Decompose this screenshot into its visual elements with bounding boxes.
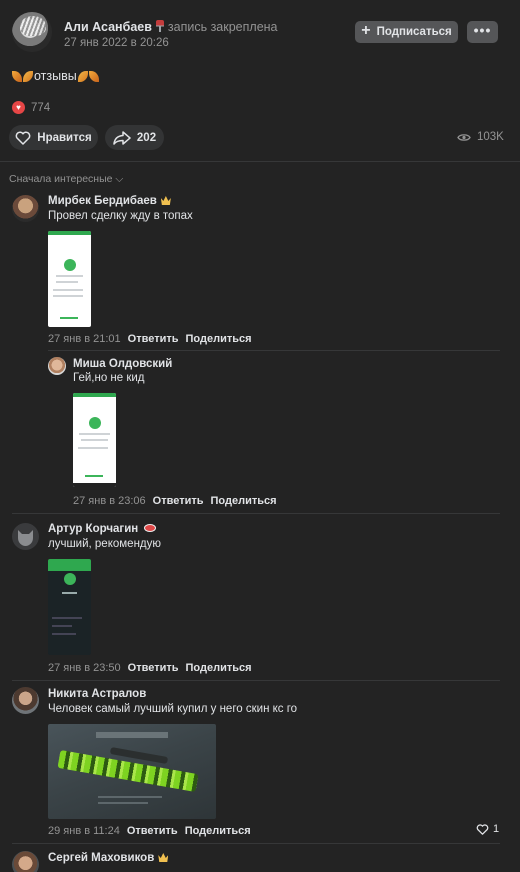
attachment-image[interactable]: [48, 724, 216, 819]
comment-text: Человек самый лучший купил у него скин к…: [48, 703, 298, 715]
post-header: Али Асанбаев запись закреплена 27 янв 202…: [0, 0, 520, 60]
comment-text: лучший, рекомендую: [48, 538, 162, 550]
reply-button[interactable]: Ответить: [128, 333, 179, 345]
author-name[interactable]: Али Асанбаев: [64, 20, 152, 34]
avatar[interactable]: [48, 357, 66, 375]
chevron-down-icon: ⌵: [115, 173, 124, 185]
share-comment-button[interactable]: Поделиться: [211, 495, 277, 507]
avatar[interactable]: [12, 523, 39, 550]
reply-button[interactable]: Ответить: [127, 825, 178, 837]
avatar[interactable]: [12, 687, 39, 714]
subscribe-button[interactable]: + Подписаться: [355, 21, 458, 43]
reactions-count: 774: [31, 101, 51, 114]
share-comment-button[interactable]: Поделиться: [186, 662, 252, 674]
attachment-image[interactable]: [48, 231, 91, 327]
share-comment-button[interactable]: Поделиться: [185, 825, 251, 837]
attachment-image[interactable]: [48, 559, 91, 655]
comment-date[interactable]: 27 янв в 23:06: [73, 495, 146, 507]
subscribe-label: Подписаться: [376, 26, 452, 38]
leaf-icon: [12, 70, 22, 82]
comment-meta: 29 янв в 11:24 Ответить Поделиться: [48, 825, 251, 837]
comment-meta: 27 янв в 23:06 Ответить Поделиться: [73, 495, 277, 507]
divider: [12, 513, 500, 514]
avatar[interactable]: [12, 851, 39, 872]
author-name-row: Али Асанбаев запись закреплена: [64, 20, 278, 34]
post-text-content: отзывы: [34, 69, 77, 83]
divider: [12, 680, 500, 681]
comment-author[interactable]: Мирбек Бердибаев: [48, 195, 157, 207]
sort-toggle[interactable]: Сначала интересные ⌵: [9, 173, 123, 186]
comment-author[interactable]: Никита Астралов: [48, 688, 146, 700]
views-count: 103K: [477, 131, 504, 143]
views-counter: 103K: [457, 131, 504, 143]
comment-text: Провел сделку жду в топах: [48, 210, 193, 222]
comment-author-row: Артур Корчагин: [48, 523, 157, 535]
like-label: Нравится: [37, 131, 92, 144]
reply-button[interactable]: Ответить: [128, 662, 179, 674]
comment-author[interactable]: Миша Олдовский: [73, 358, 172, 370]
like-button[interactable]: Нравится: [9, 125, 98, 150]
share-button[interactable]: 202: [105, 125, 164, 150]
leaf-icon: [88, 70, 99, 82]
comment-author[interactable]: Артур Корчагин: [48, 523, 138, 535]
reactions-summary[interactable]: ♥ 774: [12, 101, 50, 114]
comment-meta: 27 янв в 23:50 Ответить Поделиться: [48, 662, 252, 674]
more-options-button[interactable]: •••: [467, 21, 498, 43]
share-arrow-icon: [113, 130, 131, 145]
divider: [48, 350, 500, 351]
wine-glass-icon: [155, 20, 164, 32]
comment-like-button[interactable]: 1: [476, 823, 499, 835]
comment-date[interactable]: 29 янв в 11:24: [48, 825, 120, 837]
leaf-icon: [23, 70, 33, 82]
post-date[interactable]: 27 янв 2022 в 20:26: [64, 37, 169, 49]
leaf-icon: [77, 70, 88, 82]
spartak-badge-icon: [144, 524, 157, 532]
eye-icon: [457, 133, 471, 141]
heart-outline-icon: [476, 823, 489, 835]
shares-count: 202: [136, 131, 157, 144]
crown-icon: [160, 196, 171, 205]
comment-meta: 27 янв в 21:01 Ответить Поделиться: [48, 333, 252, 345]
heart-reaction-icon: ♥: [12, 101, 25, 114]
comment-text: Гей,но не кид: [73, 372, 145, 384]
plus-icon: +: [361, 22, 371, 39]
default-avatar-icon: [18, 530, 33, 546]
author-avatar[interactable]: [12, 12, 52, 52]
divider: [0, 161, 520, 162]
sort-label: Сначала интересные: [9, 173, 113, 185]
heart-outline-icon: [15, 131, 31, 145]
attachment-image[interactable]: [73, 393, 116, 487]
comment-author-row: Мирбек Бердибаев: [48, 195, 171, 207]
divider: [12, 843, 500, 844]
comment-like-count: 1: [493, 823, 500, 835]
comment-author-row: Сергей Маховиков: [48, 852, 169, 864]
comment-date[interactable]: 27 янв в 23:50: [48, 662, 121, 674]
reply-button[interactable]: Ответить: [153, 495, 204, 507]
post-text: отзывы: [12, 69, 99, 83]
avatar[interactable]: [12, 195, 39, 222]
share-comment-button[interactable]: Поделиться: [186, 333, 252, 345]
crown-icon: [158, 853, 169, 862]
comment-author[interactable]: Сергей Маховиков: [48, 852, 154, 864]
comment-date[interactable]: 27 янв в 21:01: [48, 333, 121, 345]
pinned-note: запись закреплена: [167, 20, 278, 34]
